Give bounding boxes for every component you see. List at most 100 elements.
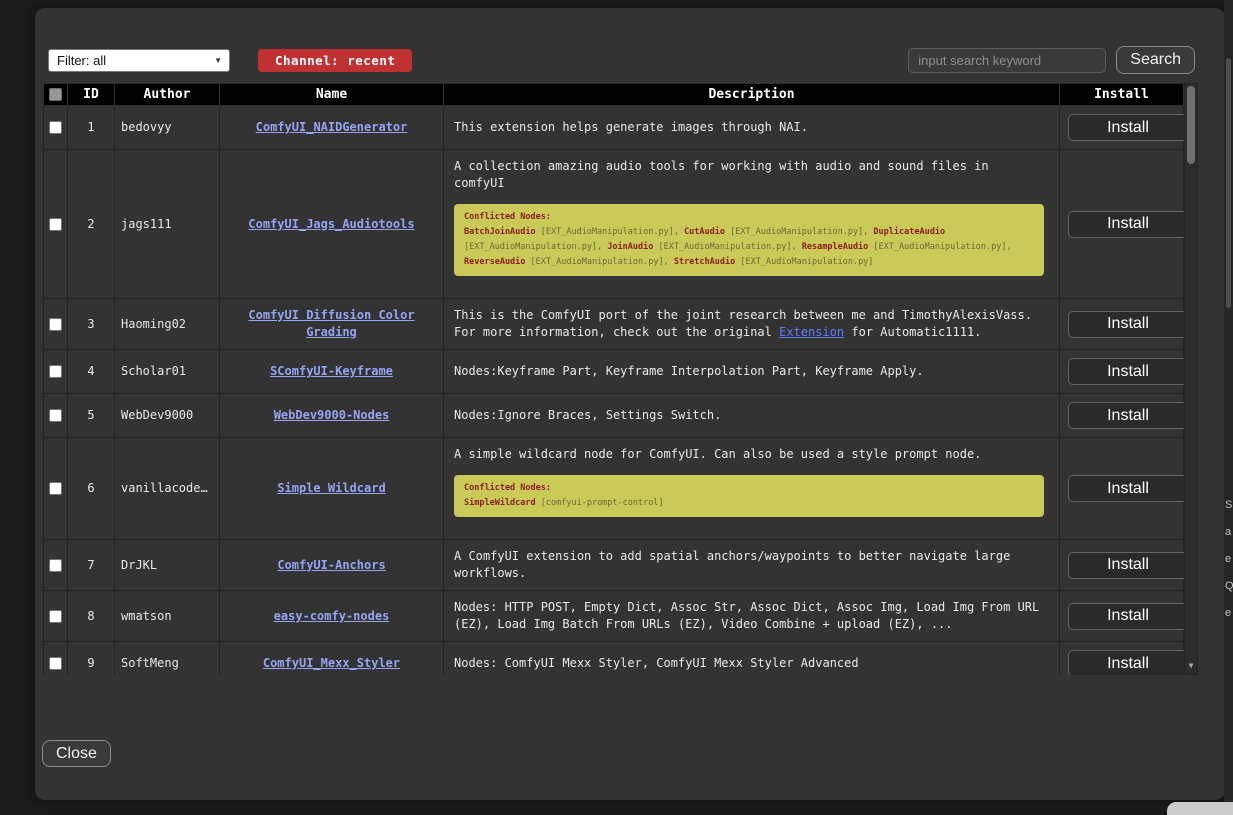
row-checkbox[interactable] xyxy=(49,218,62,231)
node-name-link[interactable]: ComfyUI-Anchors xyxy=(277,558,385,572)
row-checkbox[interactable] xyxy=(49,610,62,623)
description-link[interactable]: Extension xyxy=(779,325,844,339)
page-background: Filter: all ▼ Channel: recent Search xyxy=(0,0,1233,815)
description-text: This extension helps generate images thr… xyxy=(454,120,808,134)
row-author: jags111 xyxy=(115,150,220,299)
node-name-link[interactable]: ComfyUI_Mexx_Styler xyxy=(263,656,400,670)
col-header-author: Author xyxy=(115,84,220,106)
description-text: Nodes: ComfyUI Mexx Styler, ComfyUI Mexx… xyxy=(454,656,859,670)
node-name-link[interactable]: Simple Wildcard xyxy=(277,481,385,495)
row-checkbox[interactable] xyxy=(49,121,62,134)
row-id: 4 xyxy=(68,350,115,394)
row-author: SoftMeng xyxy=(115,642,220,676)
conflicted-nodes-box: Conflicted Nodes:BatchJoinAudio [EXT_Aud… xyxy=(454,204,1044,276)
install-button[interactable]: Install xyxy=(1068,211,1188,238)
description-text: for Automatic1111. xyxy=(844,325,981,339)
row-id: 1 xyxy=(68,106,115,150)
row-author: bedovyy xyxy=(115,106,220,150)
page-scrollbar-thumb[interactable] xyxy=(1226,58,1231,308)
toolbar: Filter: all ▼ Channel: recent Search xyxy=(35,8,1225,74)
row-author: wmatson xyxy=(115,591,220,642)
row-description: A ComfyUI extension to add spatial ancho… xyxy=(444,540,1060,591)
row-checkbox[interactable] xyxy=(49,657,62,670)
install-button[interactable]: Install xyxy=(1068,311,1188,338)
conflict-node-name: CutAudio xyxy=(684,227,725,237)
row-description: Nodes: HTTP POST, Empty Dict, Assoc Str,… xyxy=(444,591,1060,642)
install-button[interactable]: Install xyxy=(1068,603,1188,630)
conflict-node-name: ResampleAudio xyxy=(802,242,869,252)
row-description: Nodes:Ignore Braces, Settings Switch. xyxy=(444,394,1060,438)
row-id: 8 xyxy=(68,591,115,642)
install-button[interactable]: Install xyxy=(1068,402,1188,429)
conflict-node-name: SimpleWildcard xyxy=(464,498,536,508)
row-checkbox[interactable] xyxy=(49,318,62,331)
channel-badge: Channel: recent xyxy=(258,49,412,72)
node-name-link[interactable]: easy-comfy-nodes xyxy=(274,609,390,623)
conflict-node-source: [EXT_AudioManipulation.py] xyxy=(735,257,873,267)
conflict-node-source: [EXT_AudioManipulation.py], xyxy=(536,227,684,237)
chevron-down-icon: ▼ xyxy=(214,56,229,65)
node-name-link[interactable]: SComfyUI-Keyframe xyxy=(270,364,393,378)
row-id: 6 xyxy=(68,438,115,540)
description-text: Nodes: HTTP POST, Empty Dict, Assoc Str,… xyxy=(454,600,1039,631)
close-button[interactable]: Close xyxy=(42,740,111,767)
conflict-node-name: StretchAudio xyxy=(674,257,735,267)
install-button[interactable]: Install xyxy=(1068,552,1188,579)
table-row: 7DrJKL ComfyUI-Anchors A ComfyUI extension… xyxy=(44,540,1184,591)
row-id: 5 xyxy=(68,394,115,438)
scrollbar-thumb[interactable] xyxy=(1187,86,1195,164)
conflict-title: Conflicted Nodes: xyxy=(464,210,1034,225)
conflict-title: Conflicted Nodes: xyxy=(464,481,1034,496)
col-header-id: ID xyxy=(68,84,115,106)
install-button[interactable]: Install xyxy=(1068,358,1188,385)
node-name-link[interactable]: ComfyUI Diffusion Color Grading xyxy=(248,308,414,339)
row-description: This is the ComfyUI port of the joint re… xyxy=(444,299,1060,350)
scroll-down-arrow-icon[interactable]: ▼ xyxy=(1185,661,1197,671)
conflict-node-source: [EXT_AudioManipulation.py], xyxy=(725,227,873,237)
install-button[interactable]: Install xyxy=(1068,650,1188,675)
description-text: A simple wildcard node for ComfyUI. Can … xyxy=(454,447,981,461)
table-row: 1bedovyy ComfyUI_NAIDGenerator This extens… xyxy=(44,106,1184,150)
table-body: 1bedovyy ComfyUI_NAIDGenerator This extens… xyxy=(44,106,1184,676)
select-all-checkbox[interactable] xyxy=(49,88,62,101)
row-id: 2 xyxy=(68,150,115,299)
conflict-node-name: ReverseAudio xyxy=(464,257,525,267)
conflict-node-source: [EXT_AudioManipulation.py], xyxy=(868,242,1011,252)
table-row: 2jags111ComfyUI_Jags_AudiotoolsA collect… xyxy=(44,150,1184,299)
conflict-node-source: [EXT_AudioManipulation.py], xyxy=(464,242,607,252)
custom-nodes-table-wrap: ID Author Name Description Install 1bedo… xyxy=(43,83,1225,675)
conflicted-nodes-box: Conflicted Nodes:SimpleWildcard [comfyui… xyxy=(454,475,1044,517)
row-author: DrJKL xyxy=(115,540,220,591)
node-name-link[interactable]: ComfyUI_Jags_Audiotools xyxy=(248,217,414,231)
table-row: 9SoftMeng ComfyUI_Mexx_Styler Nodes: Comfy… xyxy=(44,642,1184,676)
row-description: Nodes: ComfyUI Mexx Styler, ComfyUI Mexx… xyxy=(444,642,1060,676)
node-name-link[interactable]: WebDev9000-Nodes xyxy=(274,408,390,422)
row-checkbox[interactable] xyxy=(49,559,62,572)
custom-nodes-table: ID Author Name Description Install 1bedo… xyxy=(43,83,1184,675)
row-id: 9 xyxy=(68,642,115,676)
table-row: 5WebDev9000 WebDev9000-Nodes Nodes:Ignore … xyxy=(44,394,1184,438)
description-text: Nodes:Keyframe Part, Keyframe Interpolat… xyxy=(454,364,924,378)
conflict-node-source: [EXT_AudioManipulation.py], xyxy=(525,257,673,267)
table-scrollbar[interactable]: ▼ xyxy=(1184,83,1198,675)
search-button[interactable]: Search xyxy=(1116,46,1195,74)
row-author: Haoming02 xyxy=(115,299,220,350)
row-description: Nodes:Keyframe Part, Keyframe Interpolat… xyxy=(444,350,1060,394)
filter-select[interactable]: Filter: all ▼ xyxy=(48,49,230,72)
search-input[interactable] xyxy=(908,48,1106,73)
install-button[interactable]: Install xyxy=(1068,475,1188,502)
row-checkbox[interactable] xyxy=(49,365,62,378)
table-header-row: ID Author Name Description Install xyxy=(44,84,1184,106)
row-author: WebDev9000 xyxy=(115,394,220,438)
table-row: 6vanillacode…Simple WildcardA simple wil… xyxy=(44,438,1184,540)
table-row: 4Scholar01SComfyUI-KeyframeNodes:Keyfram… xyxy=(44,350,1184,394)
install-custom-nodes-dialog: Filter: all ▼ Channel: recent Search xyxy=(35,8,1225,800)
row-checkbox[interactable] xyxy=(49,409,62,422)
node-name-link[interactable]: ComfyUI_NAIDGenerator xyxy=(256,120,408,134)
col-header-name: Name xyxy=(220,84,444,106)
description-text: Nodes:Ignore Braces, Settings Switch. xyxy=(454,408,721,422)
conflict-node-source: [EXT_AudioManipulation.py], xyxy=(653,242,801,252)
row-checkbox[interactable] xyxy=(49,482,62,495)
row-id: 7 xyxy=(68,540,115,591)
install-button[interactable]: Install xyxy=(1068,114,1188,141)
